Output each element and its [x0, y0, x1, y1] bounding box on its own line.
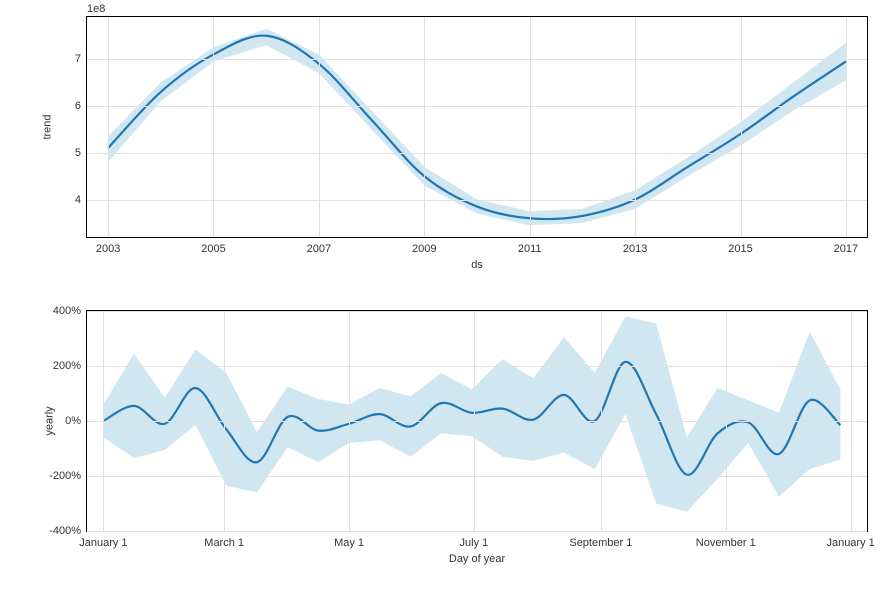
- y-tick: 400%: [53, 305, 81, 317]
- x-tick: July 1: [460, 537, 489, 549]
- figure: 1e8 trend ds 2003 2005 2007 2009 2011 2013 201…: [0, 0, 886, 590]
- confidence-band: [103, 317, 840, 512]
- x-tick: 2013: [623, 243, 647, 255]
- x-tick: 2017: [834, 243, 858, 255]
- y-tick: 200%: [53, 360, 81, 372]
- yearly-panel: yearly Day of year January 1March 1May 1…: [86, 310, 868, 532]
- x-tick: 2009: [412, 243, 436, 255]
- y-tick: 0%: [65, 415, 81, 427]
- xlabel-bottom: Day of year: [449, 553, 505, 565]
- x-tick: 2007: [307, 243, 331, 255]
- y-exponent: 1e8: [87, 3, 105, 15]
- x-tick: 2015: [728, 243, 752, 255]
- y-tick: -200%: [49, 470, 81, 482]
- y-tick: 6: [75, 100, 81, 112]
- x-tick: January 1: [79, 537, 127, 549]
- ylabel-top: trend: [42, 114, 54, 139]
- y-tick: 7: [75, 53, 81, 65]
- ylabel-bottom: yearly: [44, 406, 56, 435]
- x-tick: November 1: [696, 537, 756, 549]
- trend-panel: 1e8 trend ds 200320052007200920112013201…: [86, 16, 868, 238]
- x-tick: March 1: [204, 537, 244, 549]
- x-tick: 2011: [518, 243, 542, 255]
- y-tick: -400%: [49, 525, 81, 537]
- y-tick: 4: [75, 194, 81, 206]
- x-tick: January 1: [826, 537, 874, 549]
- xlabel-top: ds: [471, 259, 483, 271]
- x-tick: 2003: [96, 243, 120, 255]
- y-tick: 5: [75, 147, 81, 159]
- x-tick: 2005: [201, 243, 225, 255]
- x-tick: May 1: [334, 537, 364, 549]
- x-tick: September 1: [569, 537, 632, 549]
